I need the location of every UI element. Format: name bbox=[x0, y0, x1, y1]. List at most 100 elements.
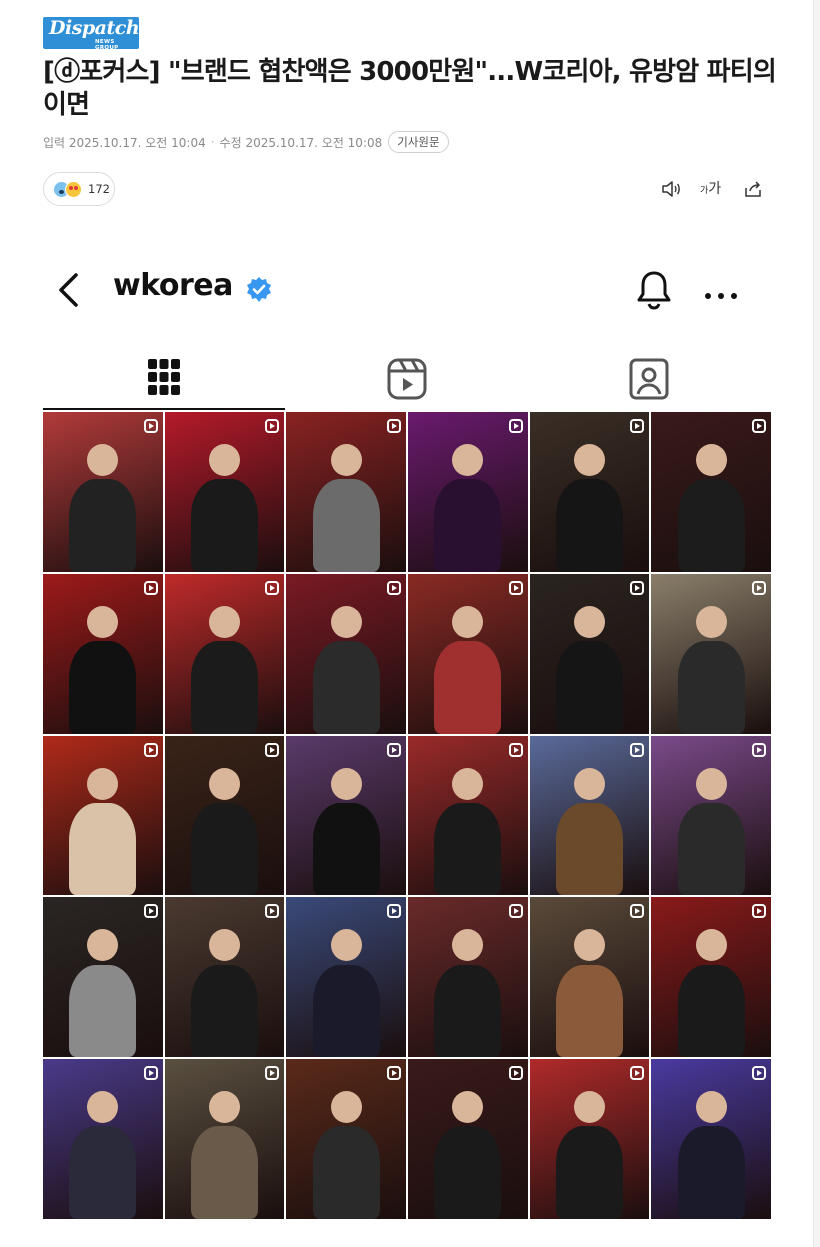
photo-tile[interactable] bbox=[286, 412, 406, 572]
verified-badge-icon bbox=[244, 275, 274, 309]
reel-indicator-icon bbox=[751, 742, 766, 757]
photo-subject bbox=[677, 640, 745, 734]
photo-tile[interactable] bbox=[43, 735, 163, 896]
photo-tile[interactable] bbox=[529, 897, 650, 1058]
meta-separator: · bbox=[210, 135, 215, 149]
photo-subject bbox=[312, 640, 380, 734]
reel-indicator-icon bbox=[265, 580, 280, 595]
photo-subject bbox=[190, 479, 258, 572]
photo-subject-head bbox=[208, 605, 241, 638]
photo-tile[interactable] bbox=[43, 1059, 163, 1219]
photo-tile[interactable] bbox=[164, 1059, 285, 1219]
original-article-button[interactable]: 기사원문 bbox=[388, 131, 449, 153]
photo-subject-head bbox=[208, 929, 241, 962]
photo-tile[interactable] bbox=[164, 735, 285, 896]
photo-tile[interactable] bbox=[651, 412, 771, 572]
reels-tab-icon[interactable] bbox=[386, 357, 428, 405]
reel-indicator-icon bbox=[143, 904, 158, 919]
photo-subject-head bbox=[452, 767, 484, 800]
photo-subject-head bbox=[87, 929, 119, 962]
font-size-large-glyph: 가 bbox=[708, 181, 722, 197]
reaction-button[interactable]: 172 bbox=[43, 172, 115, 206]
tagged-tab-icon[interactable] bbox=[628, 357, 670, 405]
article-meta: 입력 2025.10.17. 오전 10:04 · 수정 2025.10.17.… bbox=[43, 131, 449, 153]
font-size-button[interactable]: 가가 bbox=[700, 178, 721, 202]
photo-grid bbox=[43, 412, 771, 1219]
photo-subject bbox=[434, 802, 502, 896]
photo-tile[interactable] bbox=[286, 573, 406, 734]
photo-tile[interactable] bbox=[286, 897, 406, 1058]
photo-subject-head bbox=[573, 605, 606, 638]
share-icon bbox=[745, 181, 761, 197]
notification-bell-icon[interactable] bbox=[634, 268, 674, 316]
article-title: [ⓓ포커스] "브랜드 협찬액은 3000만원"...W코리아, 유방암 파티의… bbox=[43, 57, 777, 120]
photo-subject-head bbox=[573, 443, 606, 476]
reel-indicator-icon bbox=[143, 419, 158, 433]
photo-subject bbox=[190, 640, 258, 734]
grid-tab-icon[interactable] bbox=[146, 357, 182, 401]
photo-subject-head bbox=[330, 929, 362, 962]
published-date: 입력 2025.10.17. 오전 10:04 bbox=[43, 135, 206, 150]
share-button[interactable] bbox=[742, 178, 764, 202]
photo-tile[interactable] bbox=[43, 412, 163, 572]
photo-tile[interactable] bbox=[286, 1059, 406, 1219]
text-to-speech-button[interactable] bbox=[660, 178, 682, 202]
photo-subject-head bbox=[452, 929, 484, 962]
photo-tile[interactable] bbox=[651, 1059, 771, 1219]
more-options-icon[interactable] bbox=[704, 285, 738, 304]
photo-tile[interactable] bbox=[529, 573, 650, 734]
reel-indicator-icon bbox=[630, 742, 645, 757]
photo-tile[interactable] bbox=[651, 735, 771, 896]
photo-tile[interactable] bbox=[286, 735, 406, 896]
reel-indicator-icon bbox=[143, 1066, 158, 1081]
photo-tile[interactable] bbox=[529, 412, 650, 572]
photo-tile[interactable] bbox=[407, 573, 528, 734]
reel-indicator-icon bbox=[508, 904, 523, 919]
logo-wordmark: Dispatch bbox=[49, 17, 140, 39]
reel-indicator-icon bbox=[265, 904, 280, 919]
photo-subject-head bbox=[573, 929, 606, 962]
reel-indicator-icon bbox=[265, 419, 280, 433]
photo-tile[interactable] bbox=[407, 412, 528, 572]
photo-tile[interactable] bbox=[407, 1059, 528, 1219]
photo-subject-head bbox=[452, 605, 484, 638]
reel-indicator-icon bbox=[386, 580, 401, 595]
photo-tile[interactable] bbox=[43, 573, 163, 734]
photo-tile[interactable] bbox=[407, 897, 528, 1058]
photo-tile[interactable] bbox=[164, 573, 285, 734]
reel-indicator-icon bbox=[751, 580, 766, 595]
photo-tile[interactable] bbox=[651, 897, 771, 1058]
photo-tile[interactable] bbox=[164, 897, 285, 1058]
photo-tile[interactable] bbox=[43, 897, 163, 1058]
photo-subject-head bbox=[695, 605, 727, 638]
modified-date: 수정 2025.10.17. 오전 10:08 bbox=[219, 135, 383, 150]
photo-tile[interactable] bbox=[407, 735, 528, 896]
photo-subject-head bbox=[695, 1091, 727, 1124]
reel-indicator-icon bbox=[751, 904, 766, 919]
reel-indicator-icon bbox=[630, 1066, 645, 1081]
photo-subject bbox=[69, 640, 137, 734]
photo-subject-head bbox=[573, 767, 606, 800]
photo-tile[interactable] bbox=[164, 412, 285, 572]
photo-subject-head bbox=[330, 1091, 362, 1124]
photo-subject bbox=[555, 479, 623, 572]
dispatch-logo[interactable]: Dispatch NEWS GROUP bbox=[43, 17, 140, 51]
photo-subject bbox=[190, 802, 258, 896]
reel-indicator-icon bbox=[751, 419, 766, 433]
photo-tile[interactable] bbox=[651, 573, 771, 734]
photo-subject bbox=[312, 1126, 380, 1219]
back-arrow-icon[interactable] bbox=[56, 272, 84, 312]
photo-subject bbox=[190, 1126, 258, 1219]
page-scroll-edge bbox=[813, 0, 820, 1247]
active-tab-indicator bbox=[43, 408, 285, 410]
heart-eyes-emoji-icon bbox=[65, 180, 82, 198]
speaker-icon bbox=[662, 181, 680, 197]
photo-subject bbox=[677, 479, 745, 572]
photo-subject bbox=[312, 964, 380, 1058]
photo-tile[interactable] bbox=[529, 735, 650, 896]
reel-indicator-icon bbox=[630, 580, 645, 595]
photo-tile[interactable] bbox=[529, 1059, 650, 1219]
photo-subject-head bbox=[330, 443, 362, 476]
reel-indicator-icon bbox=[508, 742, 523, 757]
reaction-count: 172 bbox=[88, 182, 110, 196]
